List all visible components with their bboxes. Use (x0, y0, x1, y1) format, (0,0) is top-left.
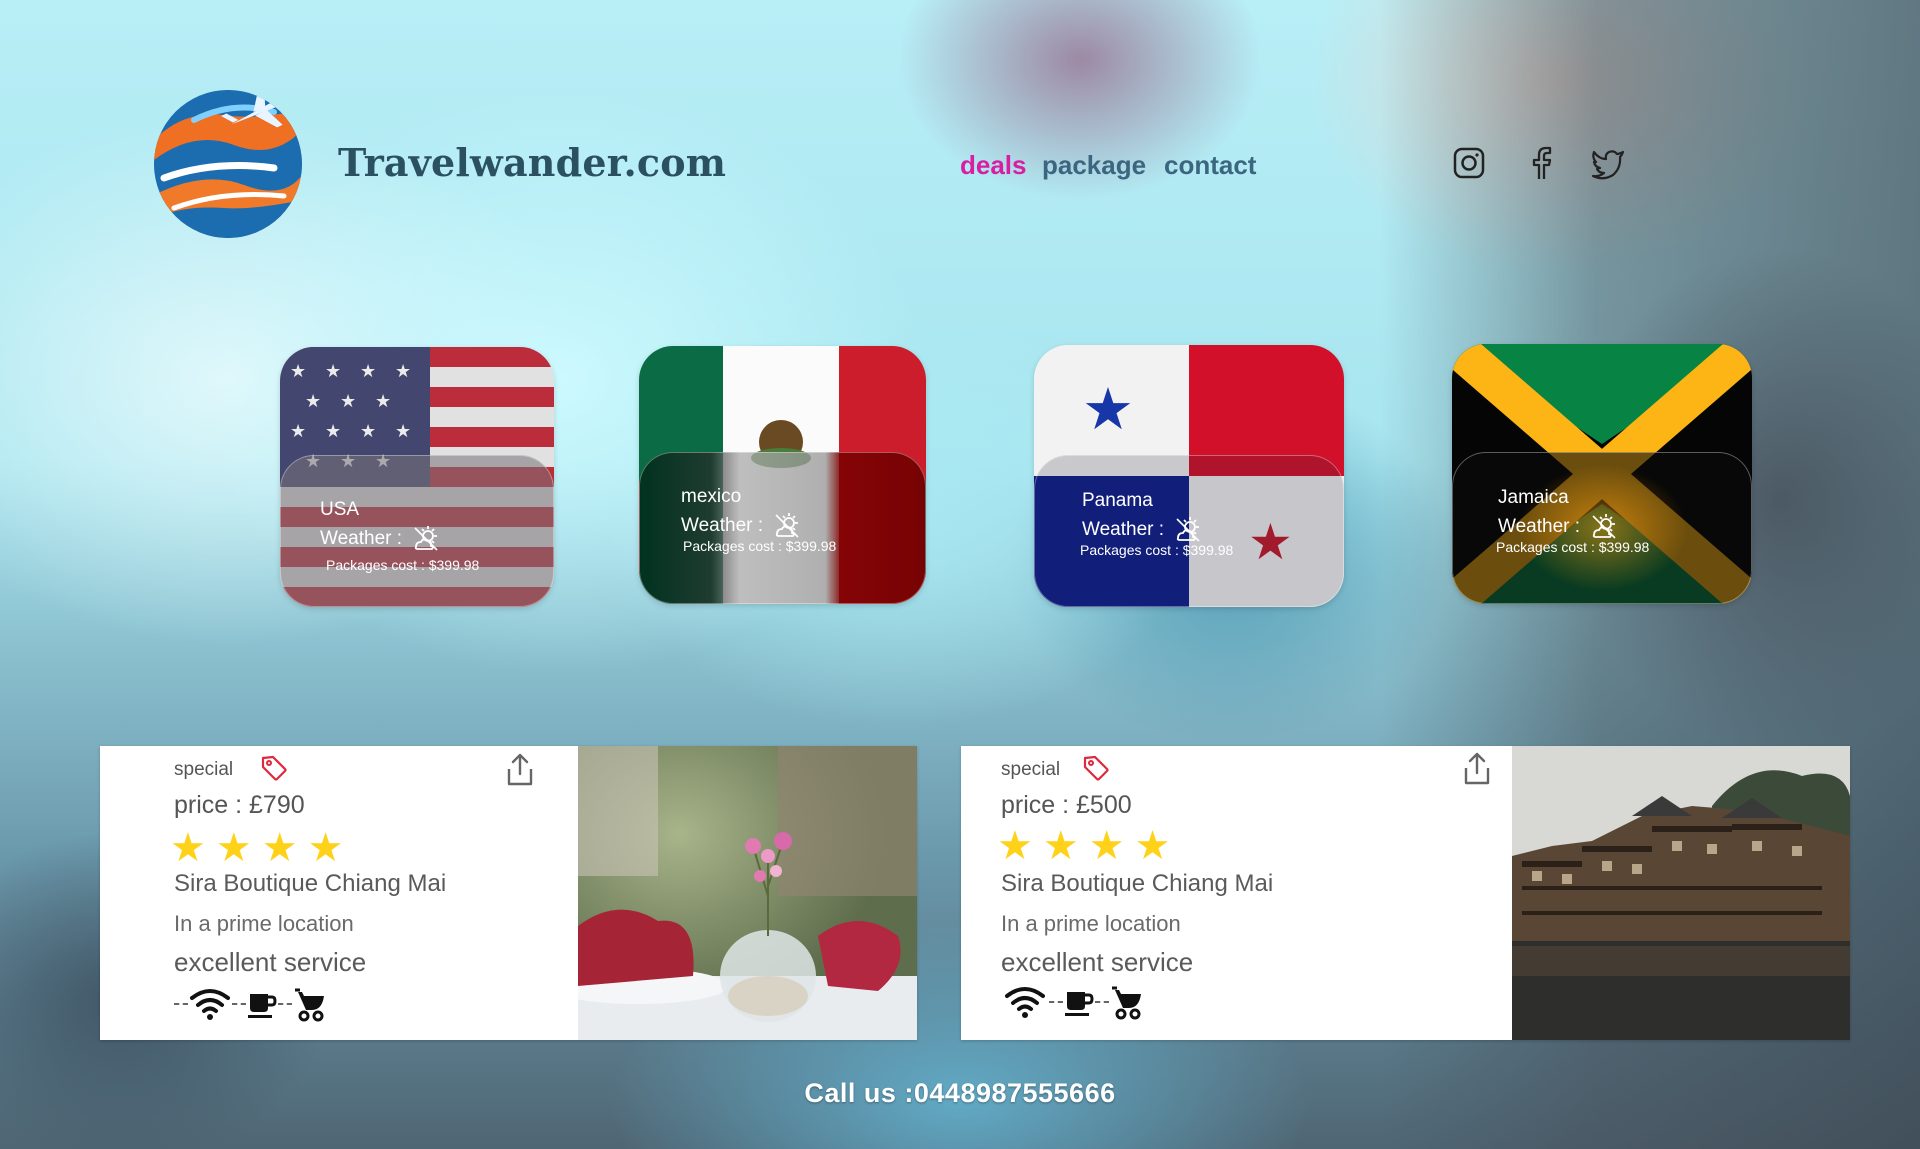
tag-icon[interactable] (260, 754, 288, 782)
star-icon: ★ (215, 825, 252, 871)
hotel-service: excellent service (1001, 947, 1194, 977)
destination-weather: Weather : (681, 512, 801, 540)
hotel-service: excellent service (174, 947, 367, 977)
destination-weather: Weather : (1082, 516, 1202, 544)
twitter-icon[interactable] (1591, 146, 1625, 180)
special-label: special (1001, 759, 1061, 780)
restaurant-table-photo (578, 746, 917, 1040)
partly-sunny-icon (775, 513, 799, 538)
star-rating: ★ ★ ★ ★ (170, 828, 343, 868)
weather-label: Weather : (1082, 519, 1165, 540)
hotel-name: Sira Boutique Chiang Mai (1001, 870, 1274, 897)
destination-weather: Weather : (1498, 513, 1618, 541)
logo[interactable] (154, 90, 302, 238)
tag-icon[interactable] (1082, 754, 1110, 782)
stroller-icon (1112, 986, 1141, 1020)
destination-card-jamaica[interactable]: Jamaica Weather : Packages cost : $399.9… (1452, 344, 1752, 604)
hotel-card-2[interactable]: special price : £500 ★ ★ ★ ★ Sira Boutique … (961, 746, 1850, 1040)
star-icon: ★ (170, 825, 206, 871)
coffee-icon (1065, 992, 1094, 1016)
nav-contact[interactable]: contact (1164, 150, 1256, 181)
hotel-location: In a prime location (174, 911, 354, 936)
star-icon: ★ (997, 823, 1033, 869)
nav-package[interactable]: package (1042, 150, 1146, 181)
hotel-name: Sira Boutique Chiang Mai (174, 870, 447, 897)
destination-name: Panama (1082, 490, 1153, 511)
star-icon: ★ (1042, 823, 1079, 869)
destination-cost: Packages cost : $399.98 (1080, 542, 1234, 558)
destination-cost: Packages cost : $399.98 (1496, 539, 1650, 555)
destination-cost: Packages cost : $399.98 (683, 538, 837, 554)
weather-label: Weather : (1498, 516, 1581, 537)
destination-name: mexico (681, 486, 742, 507)
weather-label: Weather : (320, 528, 403, 549)
partly-sunny-icon (1592, 514, 1616, 539)
wifi-icon (190, 989, 230, 1020)
hotel-price: price : £790 (174, 791, 305, 819)
hotel-location: In a prime location (1001, 911, 1181, 936)
share-icon[interactable] (504, 752, 536, 788)
river-village-photo (1512, 746, 1850, 1040)
hotel-card-1[interactable]: special price : £790 ★ ★ ★ ★ Sira Boutique … (100, 746, 917, 1040)
star-icon: ★ (261, 825, 298, 871)
destination-card-mexico[interactable]: mexico Weather : Packages cost : $399.98 (639, 346, 926, 604)
destination-card-panama[interactable]: ★ ★ Panama Weather : Packages cost : $39… (1034, 345, 1344, 607)
share-icon[interactable] (1461, 751, 1493, 787)
star-rating: ★ ★ ★ ★ (997, 826, 1170, 866)
nav-deals[interactable]: deals (960, 150, 1027, 181)
destination-card-usa[interactable]: ★★★★ ★★★ ★★★★ ★★★ USA Weather : Packages… (280, 347, 554, 607)
star-icon: ★ (1134, 823, 1171, 869)
svg-text:★: ★ (1082, 375, 1134, 443)
destination-cost: Packages cost : $399.98 (326, 557, 480, 573)
wifi-icon (1005, 987, 1045, 1018)
partly-sunny-icon (414, 526, 438, 551)
destination-name: USA (320, 499, 360, 520)
special-label: special (174, 759, 234, 780)
amenities-row (1001, 984, 1145, 1020)
partly-sunny-icon (1176, 517, 1200, 542)
instagram-icon[interactable] (1452, 146, 1486, 180)
stroller-icon (295, 988, 324, 1022)
star-icon: ★ (1088, 823, 1125, 869)
coffee-icon (248, 994, 277, 1018)
weather-label: Weather : (681, 515, 764, 536)
hotel-price: price : £500 (1001, 791, 1132, 819)
destination-weather: Weather : (320, 525, 440, 553)
brand-title[interactable]: Travelwander.com (338, 140, 726, 185)
amenities-row (174, 986, 328, 1022)
call-us-text[interactable]: Call us :0448987555666 (0, 1078, 1920, 1109)
star-icon: ★ (307, 825, 344, 871)
facebook-icon[interactable] (1524, 146, 1558, 180)
destination-name: Jamaica (1498, 487, 1569, 508)
